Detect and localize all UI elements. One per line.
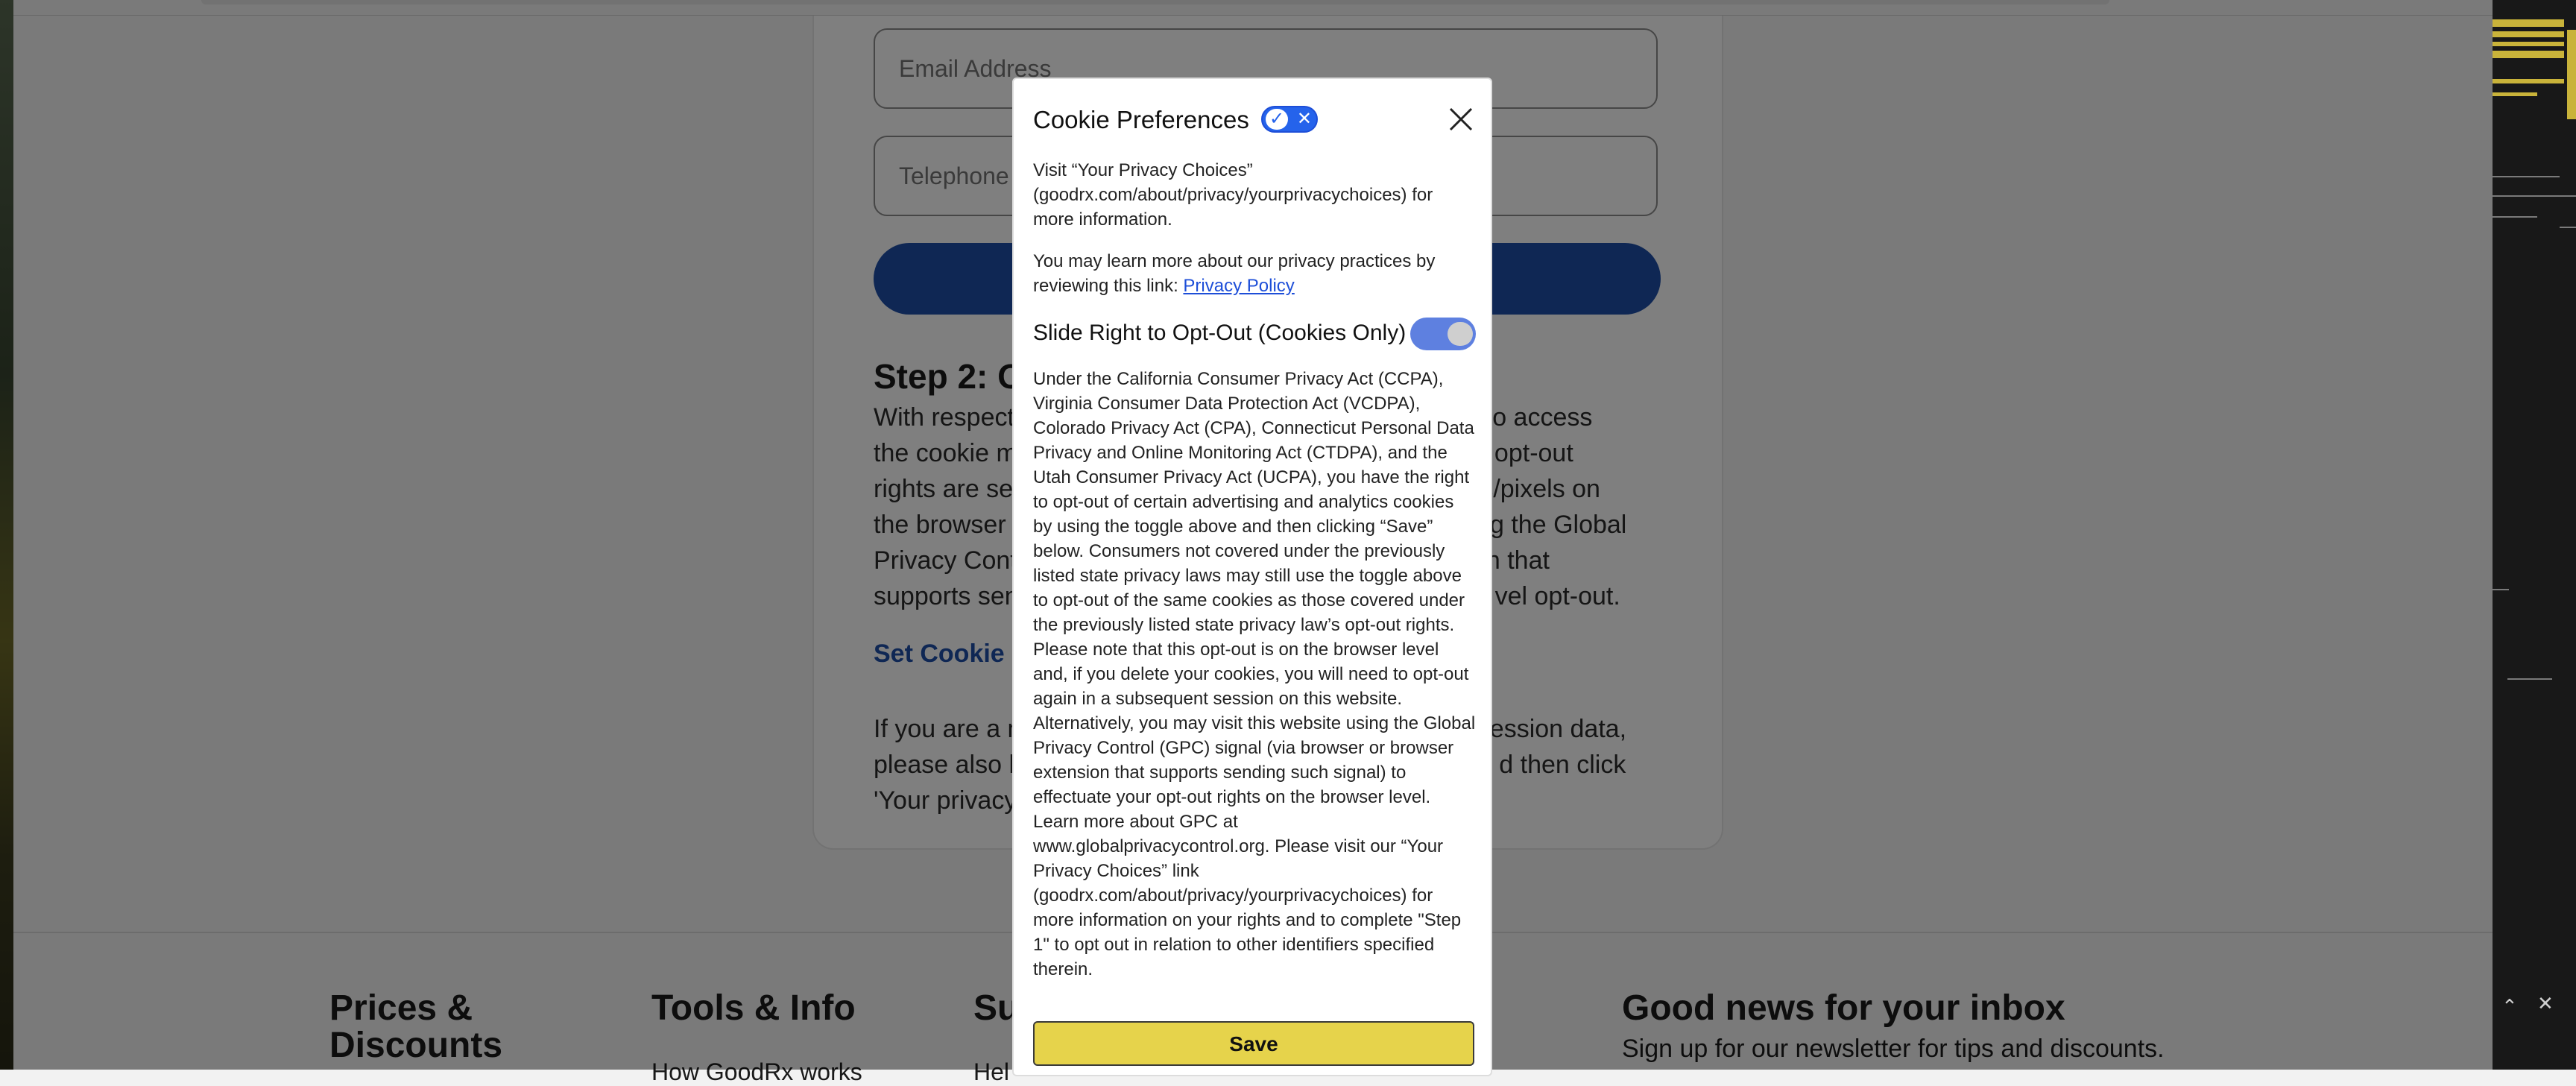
close-icon[interactable]: ✕ bbox=[2537, 993, 2554, 1015]
opt-out-toggle[interactable] bbox=[1410, 318, 1476, 350]
cookie-preferences-dialog: Cookie Preferences ✓ ✕ Visit “Your Priva… bbox=[1012, 78, 1492, 1076]
panel-line bbox=[2493, 216, 2537, 218]
panel-line bbox=[2493, 589, 2509, 590]
panel-stripe bbox=[2493, 42, 2564, 46]
side-panel: ⌃ ✕ bbox=[2493, 0, 2576, 1070]
x-icon: ✕ bbox=[1296, 109, 1312, 129]
panel-stripe bbox=[2493, 92, 2537, 96]
panel-stripe bbox=[2567, 30, 2576, 119]
panel-line bbox=[2493, 195, 2576, 197]
save-button[interactable]: Save bbox=[1033, 1021, 1474, 1066]
close-icon[interactable] bbox=[1445, 103, 1477, 136]
checkmark-icon: ✓ bbox=[1266, 109, 1288, 130]
panel-line bbox=[2493, 176, 2560, 177]
legal-text: Under the California Consumer Privacy Ac… bbox=[1033, 369, 1476, 979]
panel-stripe bbox=[2493, 19, 2564, 27]
privacy-choices-logo: ✓ ✕ bbox=[1261, 106, 1318, 133]
panel-stripe bbox=[2493, 31, 2564, 37]
panel-line bbox=[2560, 227, 2576, 228]
chevron-up-icon[interactable]: ⌃ bbox=[2501, 996, 2518, 1018]
visit-choices-text: Visit “Your Privacy Choices” (goodrx.com… bbox=[1033, 160, 1433, 230]
dialog-title: Cookie Preferences bbox=[1033, 106, 1249, 133]
privacy-practices-text: You may learn more about our privacy pra… bbox=[1033, 249, 1476, 298]
toggle-knob bbox=[1448, 322, 1473, 346]
privacy-policy-link[interactable]: Privacy Policy bbox=[1183, 276, 1294, 296]
panel-stripe bbox=[2493, 51, 2564, 58]
panel-stripe bbox=[2493, 79, 2564, 83]
panel-line bbox=[2507, 678, 2552, 680]
opt-out-label: Slide Right to Opt-Out (Cookies Only) bbox=[1033, 321, 1407, 345]
